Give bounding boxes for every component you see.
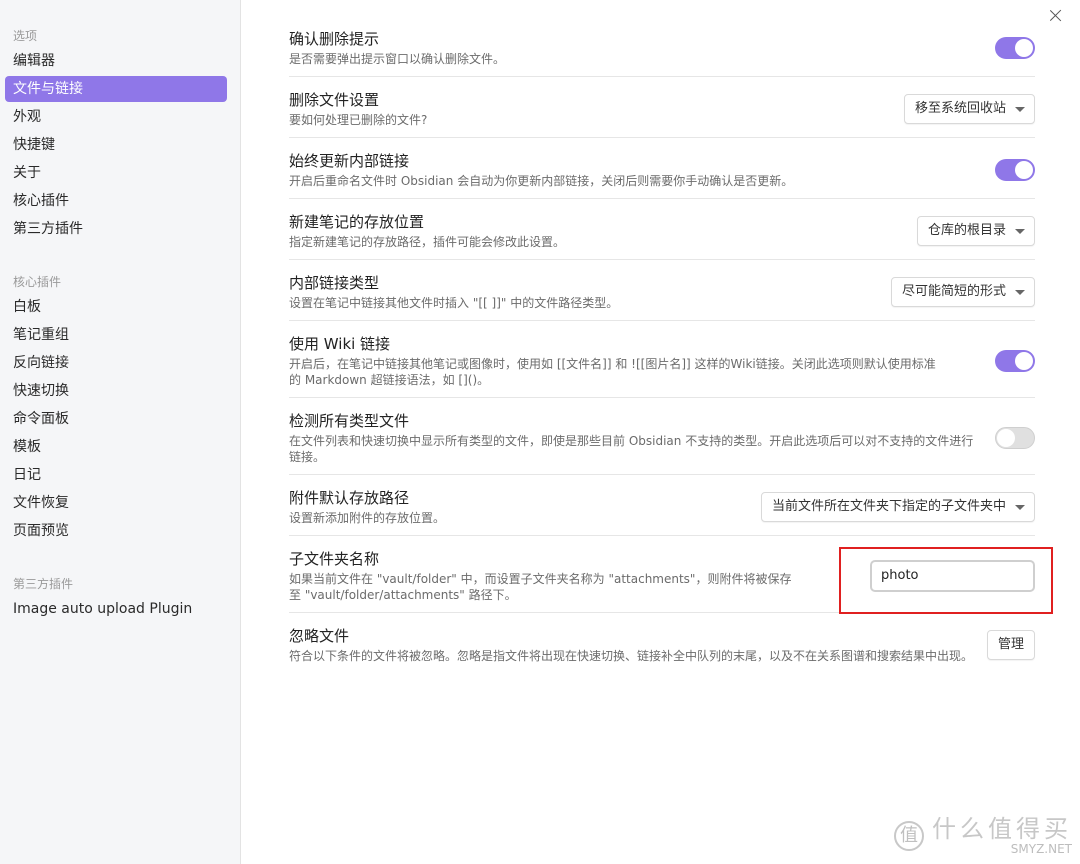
new-note-location-select[interactable]: 仓库的根目录 (916, 215, 1035, 246)
sidebar-item-editor[interactable]: 编辑器 (5, 48, 227, 74)
confirm-delete-toggle[interactable] (995, 36, 1035, 59)
sidebar-section-title: 核心插件 (13, 275, 62, 289)
sidebar-item-templates[interactable]: 模板 (5, 434, 227, 460)
select-value: 仓库的根目录 (927, 222, 1006, 238)
watermark: 值 什么值得买 SMYZ.NET (894, 816, 1072, 856)
setting-description: 要如何处理已删除的文件? (289, 113, 428, 127)
setting-name: 使用 Wiki 链接 (289, 335, 391, 353)
chevron-down-icon (1015, 504, 1025, 510)
settings-sidebar: 选项 编辑器 文件与链接 外观 快捷键 关于 核心插件 第三方插件 核心插件 白… (0, 0, 241, 864)
setting-name: 忽略文件 (289, 627, 350, 645)
setting-new-note-location: 新建笔记的存放位置 指定新建笔记的存放路径，插件可能会修改此设置。 仓库的根目录 (289, 199, 1035, 260)
wikilinks-toggle[interactable] (995, 349, 1035, 372)
detect-all-files-toggle[interactable] (995, 426, 1035, 449)
select-value: 当前文件所在文件夹下指定的子文件夹中 (771, 498, 1006, 514)
sidebar-group-core-plugins: 核心插件 白板 笔记重组 反向链接 快速切换 命令面板 模板 日记 文件恢复 页… (0, 268, 240, 544)
setting-name: 删除文件设置 (289, 91, 380, 109)
setting-update-links: 始终更新内部链接 开启后重命名文件时 Obsidian 会自动为你更新内部链接，… (289, 138, 1035, 199)
sidebar-item-about[interactable]: 关于 (5, 160, 227, 186)
sidebar-group-community-plugins: 第三方插件 Image auto upload Plugin (0, 570, 240, 622)
sidebar-section-title: 第三方插件 (13, 577, 74, 591)
chevron-down-icon (1015, 106, 1025, 112)
sidebar-item-page-preview[interactable]: 页面预览 (5, 518, 227, 544)
setting-ignore-files: 忽略文件 符合以下条件的文件将被忽略。忽略是指文件将出现在快速切换、链接补全中队… (289, 613, 1035, 673)
sidebar-item-community-plugins[interactable]: 第三方插件 (5, 216, 227, 242)
setting-confirm-delete: 确认删除提示 是否需要弹出提示窗口以确认删除文件。 (289, 16, 1035, 77)
setting-description: 指定新建笔记的存放路径，插件可能会修改此设置。 (289, 235, 566, 249)
update-links-toggle[interactable] (995, 158, 1035, 181)
setting-name: 确认删除提示 (289, 30, 380, 48)
sidebar-item-canvas[interactable]: 白板 (5, 294, 227, 320)
setting-name: 内部链接类型 (289, 274, 380, 292)
sidebar-item-quick-switcher[interactable]: 快速切换 (5, 378, 227, 404)
setting-wikilinks: 使用 Wiki 链接 开启后，在笔记中链接其他笔记或图像时，使用如 [[文件名]… (289, 321, 1035, 398)
setting-name: 始终更新内部链接 (289, 152, 410, 170)
select-value: 移至系统回收站 (914, 100, 1006, 116)
watermark-domain: SMYZ.NET (1010, 842, 1072, 856)
setting-name: 新建笔记的存放位置 (289, 213, 425, 231)
setting-name: 子文件夹名称 (289, 550, 380, 568)
setting-description: 如果当前文件在 "vault/folder" 中，而设置子文件夹名称为 "att… (289, 572, 792, 602)
sidebar-item-backlinks[interactable]: 反向链接 (5, 350, 227, 376)
setting-name: 检测所有类型文件 (289, 412, 410, 430)
setting-detect-all-files: 检测所有类型文件 在文件列表和快速切换中显示所有类型的文件，即使是那些目前 Ob… (289, 398, 1035, 475)
sidebar-item-image-auto-upload[interactable]: Image auto upload Plugin (5, 596, 227, 622)
watermark-logo-icon: 值 (894, 821, 924, 851)
link-format-select[interactable]: 尽可能简短的形式 (890, 276, 1035, 307)
setting-link-format: 内部链接类型 设置在笔记中链接其他文件时插入 "[[ ]]" 中的文件路径类型。… (289, 260, 1035, 321)
sidebar-item-appearance[interactable]: 外观 (5, 104, 227, 130)
sidebar-group-options: 选项 编辑器 文件与链接 外观 快捷键 关于 核心插件 第三方插件 (0, 22, 240, 242)
annotation-highlight-box (839, 547, 1053, 614)
setting-name: 附件默认存放路径 (289, 489, 410, 507)
setting-description: 设置在笔记中链接其他文件时插入 "[[ ]]" 中的文件路径类型。 (289, 296, 619, 310)
chevron-down-icon (1015, 228, 1025, 234)
close-icon[interactable] (1048, 8, 1064, 24)
sidebar-item-file-recovery[interactable]: 文件恢复 (5, 490, 227, 516)
sidebar-section-title: 选项 (13, 29, 38, 43)
setting-description: 符合以下条件的文件将被忽略。忽略是指文件将出现在快速切换、链接补全中队列的末尾，… (289, 649, 974, 663)
sidebar-item-hotkeys[interactable]: 快捷键 (5, 132, 227, 158)
watermark-text: 什么值得买 (932, 815, 1072, 843)
manage-ignore-button[interactable]: 管理 (986, 629, 1035, 660)
sidebar-item-files-links[interactable]: 文件与链接 (5, 76, 227, 102)
sidebar-item-daily-notes[interactable]: 日记 (5, 462, 227, 488)
sidebar-item-core-plugins[interactable]: 核心插件 (5, 188, 227, 214)
chevron-down-icon (1015, 289, 1025, 295)
setting-delete-files: 删除文件设置 要如何处理已删除的文件? 移至系统回收站 (289, 77, 1035, 138)
setting-attachment-path: 附件默认存放路径 设置新添加附件的存放位置。 当前文件所在文件夹下指定的子文件夹… (289, 475, 1035, 536)
setting-description: 是否需要弹出提示窗口以确认删除文件。 (289, 52, 506, 66)
setting-description: 开启后重命名文件时 Obsidian 会自动为你更新内部链接，关闭后则需要你手动… (289, 174, 794, 188)
setting-description: 设置新添加附件的存放位置。 (289, 511, 446, 525)
delete-files-select[interactable]: 移至系统回收站 (903, 93, 1035, 124)
sidebar-item-note-composer[interactable]: 笔记重组 (5, 322, 227, 348)
sidebar-item-command-palette[interactable]: 命令面板 (5, 406, 227, 432)
select-value: 尽可能简短的形式 (901, 283, 1006, 299)
setting-description: 在文件列表和快速切换中显示所有类型的文件，即使是那些目前 Obsidian 不支… (289, 434, 974, 464)
setting-description: 开启后，在笔记中链接其他笔记或图像时，使用如 [[文件名]] 和 ![[图片名]… (289, 357, 936, 387)
attachment-path-select[interactable]: 当前文件所在文件夹下指定的子文件夹中 (760, 491, 1035, 522)
